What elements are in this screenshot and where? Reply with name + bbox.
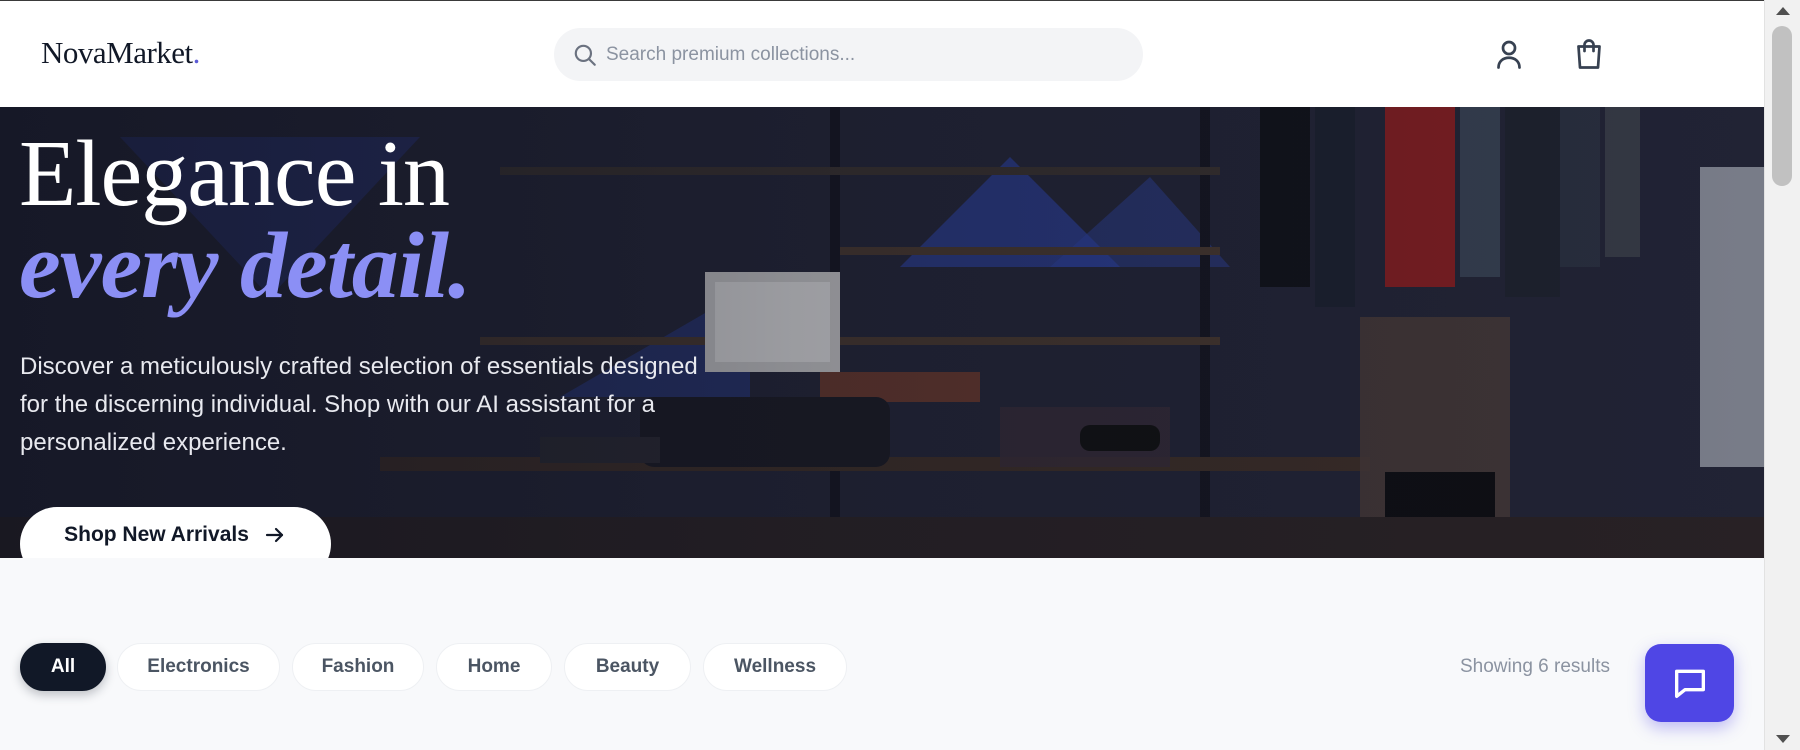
user-icon[interactable] [1491,36,1527,72]
filter-chip-home[interactable]: Home [436,643,552,691]
filter-chip-beauty[interactable]: Beauty [564,643,691,691]
filter-chip-electronics[interactable]: Electronics [117,643,280,691]
hero-title-line1: Elegance in [19,122,450,226]
search-input[interactable] [606,28,1126,81]
brand-dot: . [192,35,201,70]
hero-subtitle: Discover a meticulously crafted selectio… [20,353,698,456]
scroll-down-arrow-icon[interactable] [1776,735,1790,743]
site-header: NovaMarket. [0,0,1764,107]
filter-chip-wellness[interactable]: Wellness [703,643,847,691]
scroll-up-arrow-icon[interactable] [1776,7,1790,15]
brand-logo[interactable]: NovaMarket. [41,35,200,71]
arrow-right-icon [265,527,283,543]
search-icon [574,44,596,66]
filter-chip-all[interactable]: All [20,643,106,691]
search-bar[interactable] [554,28,1143,81]
scrollbar-thumb[interactable] [1772,26,1792,186]
page-viewport: NovaMarket. Search premium collections..… [0,0,1764,750]
shopping-bag-icon[interactable] [1571,36,1607,72]
hero-banner: Elegance in every detail. Discover a met… [0,107,1764,558]
hero-title-line2: every detail. [19,214,472,318]
chat-bubble-icon [1674,669,1705,698]
filter-chip-fashion[interactable]: Fashion [292,643,424,691]
page-scrollbar[interactable] [1764,0,1800,750]
results-count: Showing 6 results [1460,656,1610,677]
brand-name: NovaMarket [41,35,193,70]
chat-assistant-button[interactable] [1645,644,1734,722]
cta-label: Shop New Arrivals [64,523,249,546]
shop-new-arrivals-button[interactable]: Shop New Arrivals [20,507,331,558]
